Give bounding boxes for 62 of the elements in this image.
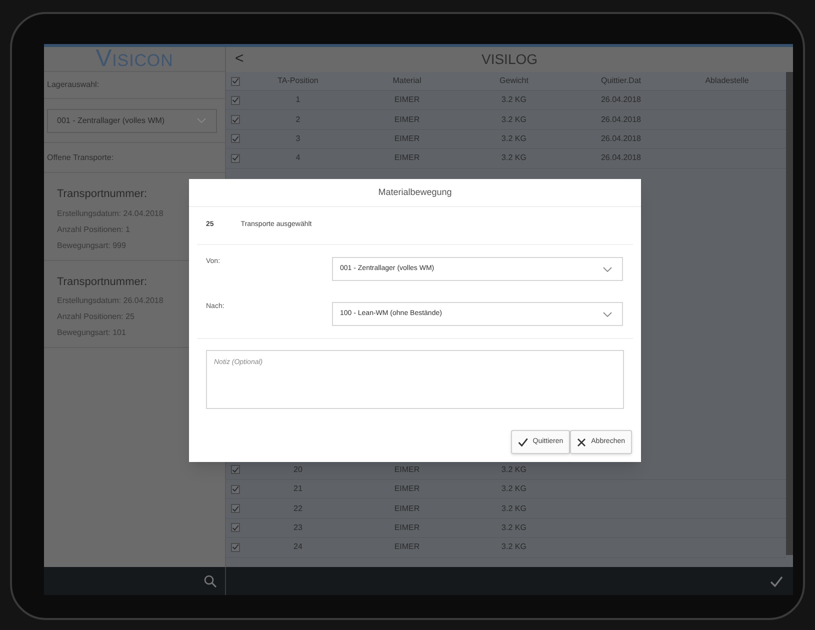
table-cell: 2 bbox=[296, 114, 300, 126]
transport-title: Transportnummer: bbox=[57, 187, 148, 202]
checkbox[interactable] bbox=[231, 542, 240, 552]
table-cell: 3.2 KG bbox=[502, 502, 526, 515]
table-cell: 20 bbox=[294, 464, 302, 476]
checkbox[interactable] bbox=[231, 76, 240, 86]
check-icon[interactable] bbox=[770, 576, 783, 586]
column-header[interactable]: Material bbox=[392, 75, 422, 87]
transport-title: Transportnummer: bbox=[57, 274, 148, 290]
app-title: VISILOG bbox=[481, 50, 538, 69]
checkbox[interactable] bbox=[231, 154, 240, 163]
table-cell: 3.2 KG bbox=[502, 464, 526, 476]
column-header[interactable]: TA-Position bbox=[278, 75, 318, 87]
checkbox[interactable] bbox=[231, 504, 240, 514]
table-cell: EIMER bbox=[394, 94, 420, 106]
checkbox[interactable] bbox=[231, 115, 240, 124]
table-cell: EIMER bbox=[394, 132, 420, 145]
table-cell: EIMER bbox=[394, 522, 420, 534]
table-cell: 26.04.2018 bbox=[600, 152, 642, 164]
table-cell: 21 bbox=[294, 483, 302, 496]
table-cell: EIMER bbox=[394, 502, 420, 515]
scrollbar[interactable] bbox=[786, 72, 793, 555]
checkbox[interactable] bbox=[231, 134, 240, 144]
table-cell: 3 bbox=[296, 132, 300, 145]
warehouse-select[interactable]: 001 - Zentrallager (volles WM) bbox=[47, 108, 217, 132]
table-cell: EIMER bbox=[394, 541, 420, 554]
warehouse-label: Lagerauswahl: bbox=[47, 79, 100, 91]
table-cell: 3.2 KG bbox=[502, 483, 526, 496]
table-cell: 24 bbox=[294, 541, 302, 554]
table-cell: EIMER bbox=[394, 483, 420, 496]
check-icon bbox=[518, 438, 528, 446]
checkbox[interactable] bbox=[231, 484, 240, 494]
open-transports-label: Offene Transporte: bbox=[47, 152, 114, 164]
table-cell: 3.2 KG bbox=[502, 541, 526, 554]
table-cell: EIMER bbox=[394, 152, 420, 164]
table-cell: 3.2 KG bbox=[502, 152, 526, 164]
chevron-down-icon bbox=[603, 266, 612, 272]
table-cell: EIMER bbox=[394, 114, 420, 126]
column-header[interactable]: Abladestelle bbox=[705, 75, 749, 87]
table-cell: 26.04.2018 bbox=[600, 132, 642, 145]
table-cell: 1 bbox=[296, 94, 300, 106]
table-cell: 22 bbox=[294, 502, 302, 515]
table-cell: 23 bbox=[294, 522, 302, 534]
column-header[interactable]: Gewicht bbox=[500, 75, 528, 87]
checkbox[interactable] bbox=[231, 465, 240, 474]
chevron-down-icon bbox=[197, 118, 206, 123]
dialog-title: Materialbewegung bbox=[378, 186, 452, 199]
chevron-down-icon bbox=[603, 312, 612, 316]
table-cell: 3.2 KG bbox=[502, 522, 526, 534]
table-cell: EIMER bbox=[394, 464, 420, 476]
table-cell: 3.2 KG bbox=[502, 132, 526, 145]
close-icon bbox=[577, 438, 586, 446]
checkbox[interactable] bbox=[231, 96, 240, 105]
table-cell: 26.04.2018 bbox=[600, 114, 642, 126]
table-cell: 4 bbox=[296, 152, 300, 164]
table-cell: 26.04.2018 bbox=[600, 94, 642, 106]
column-header[interactable]: Quittier.Dat bbox=[600, 75, 641, 87]
search-icon[interactable] bbox=[204, 574, 217, 588]
checkbox[interactable] bbox=[231, 523, 240, 532]
table-cell: 3.2 KG bbox=[502, 94, 526, 106]
back-button[interactable]: < bbox=[235, 48, 244, 71]
table-cell: 3.2 KG bbox=[502, 114, 526, 126]
